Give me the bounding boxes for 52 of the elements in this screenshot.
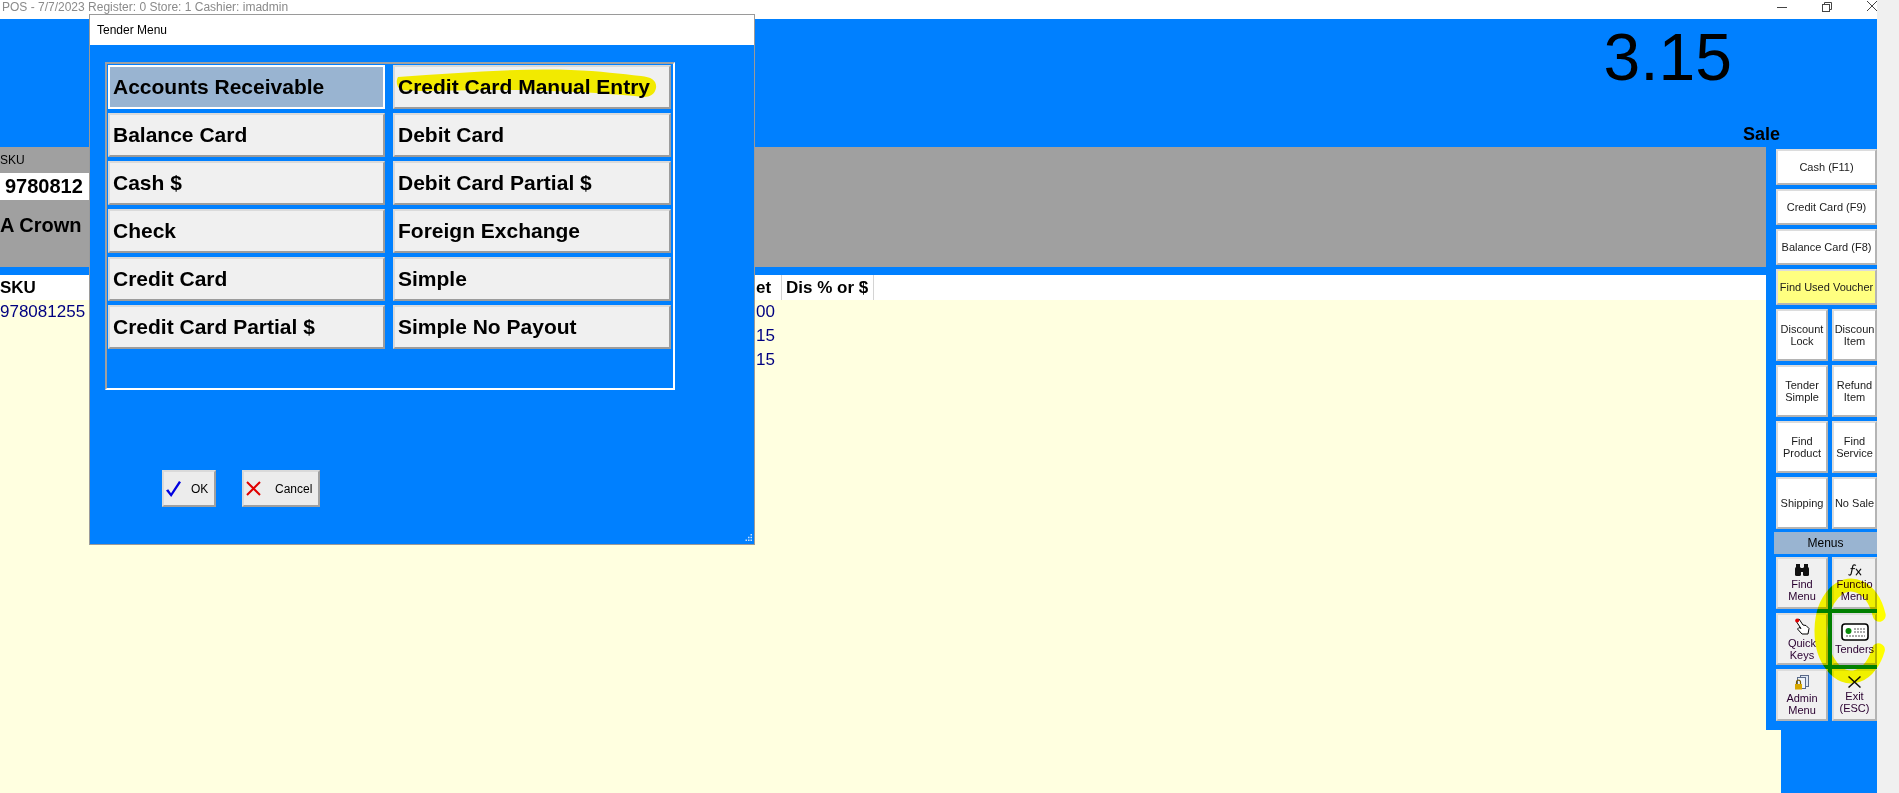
tender-option[interactable]: Credit Card [108, 257, 385, 301]
restore-icon[interactable] [1822, 2, 1832, 12]
side-panel-button[interactable]: Find Used Voucher [1776, 269, 1877, 305]
padlock-document-icon [1794, 674, 1810, 690]
table-cell: 15 [756, 326, 775, 345]
menus-header: Menus [1774, 532, 1877, 554]
side-panel-button[interactable]: Cash (F11) [1776, 149, 1877, 185]
side-panel-button[interactable]: Credit Card (F9) [1776, 189, 1877, 225]
tender-option[interactable]: Debit Card Partial $ [393, 161, 671, 205]
tender-option[interactable]: Simple [393, 257, 671, 301]
tender-option[interactable]: Cash $ [108, 161, 385, 205]
tender-option[interactable]: Simple No Payout [393, 305, 671, 349]
side-panel-button[interactable]: Shipping [1776, 477, 1828, 529]
side-panel-button[interactable]: Discount Lock [1776, 309, 1828, 361]
column-header: et [756, 278, 772, 297]
tender-option[interactable]: Balance Card [108, 113, 385, 157]
side-panel-button[interactable]: Find Service [1832, 421, 1877, 473]
table-cell: 978081255 [0, 302, 86, 321]
product-description: A Crown [0, 213, 82, 237]
side-panel-button[interactable]: No Sale [1832, 477, 1877, 529]
tender-option[interactable]: Check [108, 209, 385, 253]
bill-icon [1840, 623, 1869, 641]
table-cell: 15 [756, 350, 775, 369]
column-header: SKU [0, 278, 36, 297]
cancel-button[interactable]: Cancel [242, 470, 320, 507]
tender-option[interactable]: Foreign Exchange [393, 209, 671, 253]
binoculars-icon [1795, 564, 1809, 576]
menu-button[interactable]: Find Menu [1776, 557, 1828, 609]
check-icon [166, 480, 181, 497]
window-title: POS - 7/7/2023 Register: 0 Store: 1 Cashier: imadmin [2, 0, 289, 14]
field-label: SKU [0, 153, 25, 167]
resize-grip-icon[interactable] [745, 534, 752, 541]
ok-button[interactable]: OK [162, 470, 216, 507]
side-panel-button[interactable]: Tender Simple [1776, 365, 1828, 417]
tender-option[interactable]: Debit Card [393, 113, 671, 157]
transaction-mode-label: Sale [1742, 124, 1780, 144]
table-cell: 00 [756, 302, 775, 321]
function-icon [1847, 564, 1862, 576]
menu-button[interactable]: Admin Menu [1776, 669, 1828, 721]
side-panel-button[interactable]: Refund Item [1832, 365, 1877, 417]
dialog-title: Tender Menu [97, 23, 168, 37]
side-panel-button[interactable]: Discoun Item [1832, 309, 1877, 361]
pointing-hand-icon [1794, 617, 1810, 635]
side-panel-button[interactable]: Balance Card (F8) [1776, 229, 1877, 265]
tender-option[interactable]: Accounts Receivable [108, 65, 385, 109]
close-icon[interactable] [1867, 1, 1877, 11]
column-header: Dis % or $ [786, 278, 869, 297]
sku-field[interactable]: 9780812 [0, 173, 89, 200]
tender-option[interactable]: Credit Card Partial $ [108, 305, 385, 349]
total-amount: 3.15 [1603, 24, 1732, 90]
side-panel-button[interactable]: Find Product [1776, 421, 1828, 473]
cross-icon [246, 481, 261, 496]
